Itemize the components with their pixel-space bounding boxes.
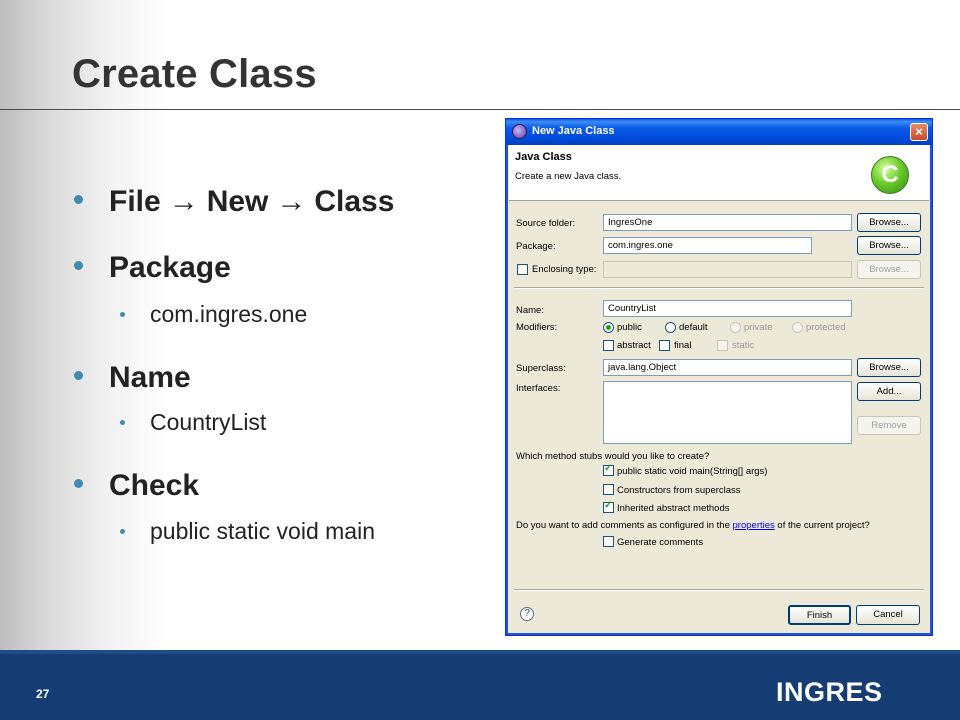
bullet-dot xyxy=(74,261,83,270)
modifier-default-label: default xyxy=(679,322,708,333)
close-button[interactable]: × xyxy=(910,123,928,141)
new-java-class-dialog: New Java Class × Java Class Create a new… xyxy=(505,118,933,636)
stub-constructors-label: Constructors from superclass xyxy=(617,485,741,496)
superclass-field[interactable]: java.lang.Object xyxy=(603,359,852,376)
class-wizard-icon: C xyxy=(871,156,909,194)
bullet-text: Package xyxy=(109,251,231,284)
enclosing-type-label: Enclosing type: xyxy=(532,264,597,275)
modifier-final-checkbox[interactable] xyxy=(659,340,670,351)
name-label: Name: xyxy=(516,305,544,316)
generate-comments-checkbox[interactable] xyxy=(603,536,614,547)
comments-question: Do you want to add comments as configure… xyxy=(516,520,870,531)
title-divider xyxy=(0,109,960,110)
bullet-file: File xyxy=(109,185,161,218)
modifier-public-label: public xyxy=(617,322,642,333)
name-field[interactable]: CountryList xyxy=(603,300,852,317)
bullet-text: com.ingres.one xyxy=(150,301,308,327)
modifier-final-label: final xyxy=(674,340,692,351)
modifier-abstract-label: abstract xyxy=(617,340,651,351)
dialog-titlebar[interactable]: New Java Class × xyxy=(506,119,932,145)
bullet-new: New xyxy=(206,185,269,218)
source-folder-browse-button[interactable]: Browse... xyxy=(857,213,921,232)
stub-main-label: public static void main(String[] args) xyxy=(617,466,768,477)
bullet-dot xyxy=(74,479,83,488)
slide-number: 27 xyxy=(36,687,50,701)
logo-text: INGRES xyxy=(776,678,883,704)
package-browse-button[interactable]: Browse... xyxy=(857,236,921,255)
modifier-protected-radio[interactable] xyxy=(792,322,803,333)
superclass-browse-button[interactable]: Browse... xyxy=(857,358,921,377)
slide-footer: 27 INGRES xyxy=(0,650,960,720)
modifier-static-checkbox[interactable] xyxy=(717,340,728,351)
wizard-description: Create a new Java class. xyxy=(515,171,622,182)
wizard-header: Java Class Create a new Java class. C xyxy=(509,145,929,201)
eclipse-icon xyxy=(512,124,527,139)
bullet-dot xyxy=(74,371,83,380)
bullet-text: public static void main xyxy=(150,518,375,544)
dialog-title: New Java Class xyxy=(532,125,615,137)
arrow-icon: → xyxy=(168,185,199,218)
interfaces-list[interactable] xyxy=(603,381,852,444)
separator xyxy=(514,589,924,591)
enclosing-type-checkbox[interactable] xyxy=(517,264,528,275)
source-folder-field[interactable]: IngresOne xyxy=(603,214,852,231)
modifiers-label: Modifiers: xyxy=(516,322,558,333)
separator xyxy=(514,287,924,289)
bullet-dot xyxy=(120,420,125,425)
stub-inherited-checkbox[interactable] xyxy=(603,500,614,513)
modifier-private-radio[interactable] xyxy=(730,322,741,333)
slide-title: Create Class xyxy=(72,52,317,96)
bullet-text: Name xyxy=(109,361,191,394)
bullet-class: Class xyxy=(314,185,395,218)
bullet-text: CountryList xyxy=(150,409,267,435)
superclass-label: Superclass: xyxy=(516,363,566,374)
bullet-dot xyxy=(120,529,125,534)
stub-constructors-checkbox[interactable] xyxy=(603,484,614,495)
add-interface-button[interactable]: Add... xyxy=(857,382,921,401)
package-field[interactable]: com.ingres.one xyxy=(603,237,812,254)
modifier-public-radio[interactable] xyxy=(603,322,614,333)
help-icon[interactable]: ? xyxy=(520,607,534,621)
properties-link[interactable]: properties xyxy=(733,520,775,531)
generate-comments-label: Generate comments xyxy=(617,537,704,548)
method-stubs-question: Which method stubs would you like to cre… xyxy=(516,451,710,462)
stub-inherited-label: Inherited abstract methods xyxy=(617,503,730,514)
modifier-abstract-checkbox[interactable] xyxy=(603,340,614,351)
cancel-button[interactable]: Cancel xyxy=(856,605,920,625)
bullet-dot xyxy=(120,312,125,317)
modifier-private-label: private xyxy=(744,322,773,333)
enclosing-type-browse-button[interactable]: Browse... xyxy=(857,260,921,279)
package-label: Package: xyxy=(516,241,556,252)
finish-button[interactable]: Finish xyxy=(788,605,851,625)
stub-main-checkbox[interactable] xyxy=(603,463,614,476)
remove-interface-button[interactable]: Remove xyxy=(857,416,921,435)
source-folder-label: Source folder: xyxy=(516,218,576,229)
arrow-icon: → xyxy=(276,185,307,218)
interfaces-label: Interfaces: xyxy=(516,383,561,394)
wizard-title: Java Class xyxy=(515,151,572,163)
bullet-text: Check xyxy=(109,469,200,502)
modifier-static-label: static xyxy=(732,340,755,351)
enclosing-type-field[interactable] xyxy=(603,261,852,278)
bullet-dot xyxy=(74,195,83,204)
ingres-logo: INGRES xyxy=(776,678,883,704)
modifier-protected-label: protected xyxy=(806,322,846,333)
modifier-default-radio[interactable] xyxy=(665,322,676,333)
